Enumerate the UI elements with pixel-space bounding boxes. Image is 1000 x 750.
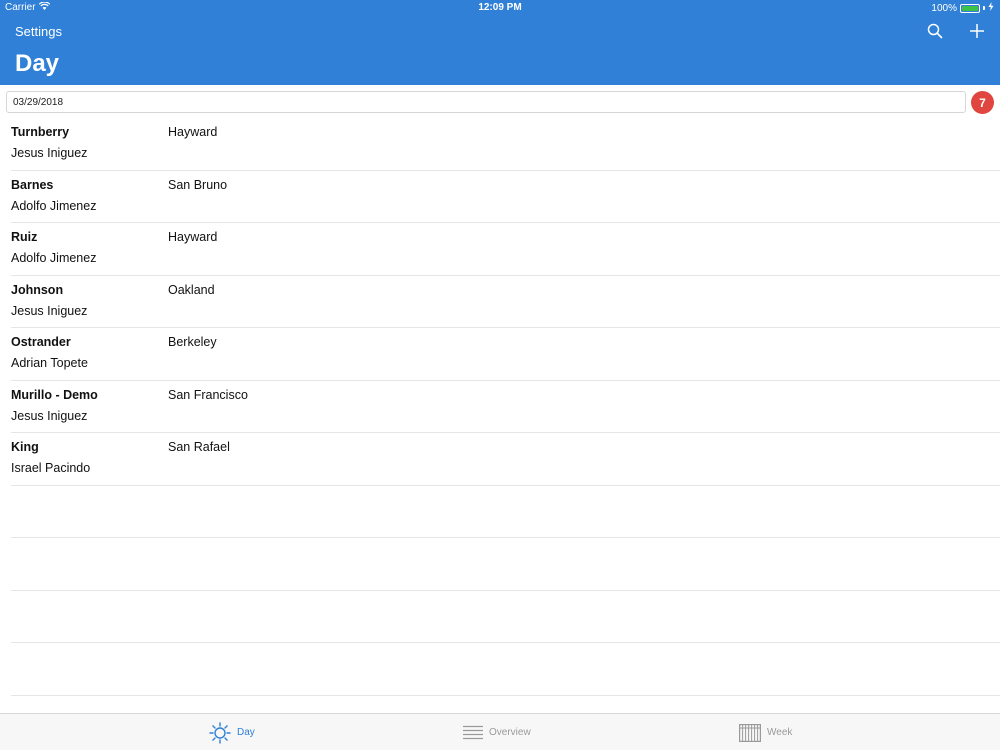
tab-day[interactable]: Day xyxy=(209,714,255,750)
empty-list-row xyxy=(11,486,1000,538)
row-person: Adolfo Jimenez xyxy=(11,198,97,213)
tab-label: Week xyxy=(767,727,793,738)
list-item[interactable]: Ruiz Hayward Adolfo Jimenez xyxy=(11,223,1000,276)
row-name: Ruiz xyxy=(11,230,38,244)
job-list: Turnberry Hayward Jesus Iniguez Barnes S… xyxy=(0,118,1000,696)
battery-icon xyxy=(960,3,980,13)
page-title: Day xyxy=(15,50,60,77)
date-bar: 03/29/2018 7 xyxy=(0,85,1000,117)
plus-icon[interactable] xyxy=(966,20,988,42)
row-city: San Rafael xyxy=(168,440,230,454)
sun-icon xyxy=(209,721,231,744)
row-name: Murillo - Demo xyxy=(11,387,98,402)
tab-label: Overview xyxy=(489,727,531,738)
tab-bar: Day Overview Week xyxy=(0,713,1000,750)
row-city: Hayward xyxy=(168,125,218,139)
navigation-header: Carrier 12:09 PM 100% Settings Day xyxy=(0,0,1000,85)
row-person: Jesus Iniguez xyxy=(11,146,88,160)
app-root: Carrier 12:09 PM 100% Settings Day 03/29… xyxy=(0,0,1000,750)
empty-list-row xyxy=(11,591,1000,643)
list-lines-icon xyxy=(463,725,483,741)
list-item[interactable]: Murillo - Demo San Francisco Jesus Inigu… xyxy=(11,381,1000,433)
row-person: Jesus Iniguez xyxy=(11,408,88,423)
tab-week[interactable]: Week xyxy=(739,714,792,750)
list-item[interactable]: King San Rafael Israel Pacindo xyxy=(11,433,1000,486)
calendar-grid-icon xyxy=(739,723,761,742)
battery-tip xyxy=(983,6,985,10)
charging-icon xyxy=(988,2,994,14)
row-person: Jesus Iniguez xyxy=(11,303,88,318)
list-item[interactable]: Ostrander Berkeley Adrian Topete xyxy=(11,328,1000,381)
row-name: Barnes xyxy=(11,177,54,192)
search-icon[interactable] xyxy=(924,20,946,42)
list-item[interactable]: Turnberry Hayward Jesus Iniguez xyxy=(11,118,1000,171)
tab-overview[interactable]: Overview xyxy=(463,714,531,750)
row-person: Adrian Topete xyxy=(11,356,88,370)
empty-list-row xyxy=(11,643,1000,696)
status-time: 12:09 PM xyxy=(478,2,522,13)
row-city: San Bruno xyxy=(168,177,228,192)
row-name: Turnberry xyxy=(11,125,70,139)
status-battery-group: 100% xyxy=(931,2,994,14)
row-person: Israel Pacindo xyxy=(11,461,91,475)
row-name: King xyxy=(11,440,39,454)
row-city: Berkeley xyxy=(168,335,217,349)
row-city: Hayward xyxy=(168,230,218,244)
list-item[interactable]: Barnes San Bruno Adolfo Jimenez xyxy=(11,171,1000,223)
tab-label: Day xyxy=(237,727,255,738)
list-item[interactable]: Johnson Oakland Jesus Iniguez xyxy=(11,276,1000,328)
row-city: Oakland xyxy=(168,282,215,297)
settings-button[interactable]: Settings xyxy=(15,24,62,39)
row-name: Johnson xyxy=(11,282,64,297)
row-name: Ostrander xyxy=(11,335,71,349)
status-bar: Carrier 12:09 PM 100% xyxy=(0,0,1000,16)
date-field[interactable]: 03/29/2018 xyxy=(6,91,966,113)
count-badge: 7 xyxy=(971,91,994,114)
empty-list-row xyxy=(11,538,1000,591)
row-city: San Francisco xyxy=(168,387,248,402)
battery-percent: 100% xyxy=(931,2,957,14)
row-person: Adolfo Jimenez xyxy=(11,251,97,265)
header-actions xyxy=(924,20,988,42)
